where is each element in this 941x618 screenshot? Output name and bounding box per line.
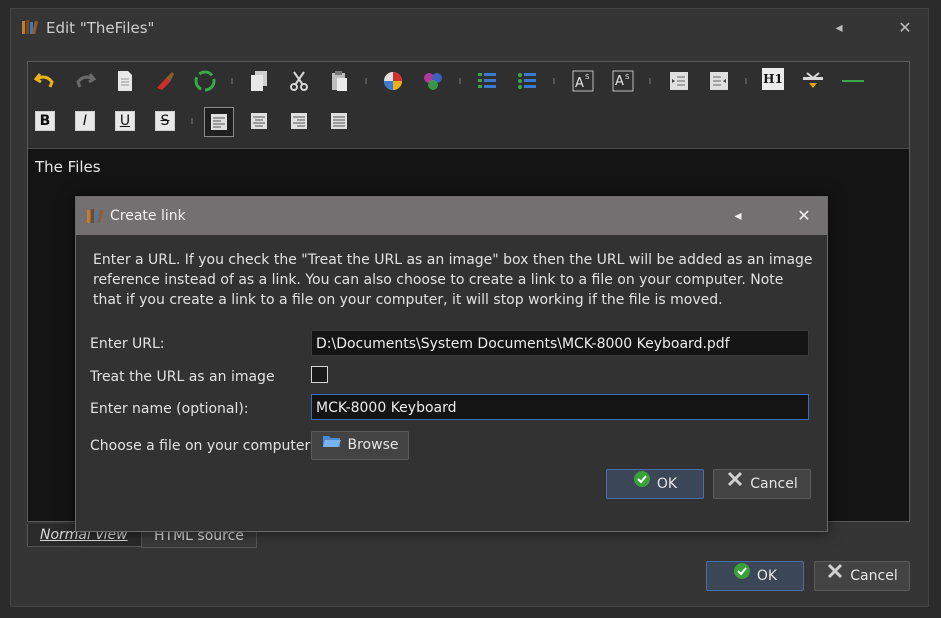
- italic-glyph: I: [75, 111, 95, 131]
- dialog-cancel-label: Cancel: [750, 476, 798, 492]
- create-link-dialog: Create link ◂ ✕ Enter a URL. If you chec…: [75, 196, 828, 532]
- foreground-color-icon[interactable]: [420, 68, 446, 94]
- window-cancel-label: Cancel: [850, 568, 898, 584]
- horizontal-rule-icon[interactable]: [840, 68, 866, 94]
- image-checkbox-label: Treat the URL as an image: [90, 369, 275, 385]
- dialog-title: Create link: [110, 208, 186, 224]
- dialog-description: Enter a URL. If you check the "Treat the…: [93, 252, 813, 308]
- superscript-icon[interactable]: AS: [570, 68, 596, 94]
- window-ok-button[interactable]: OK: [706, 561, 804, 591]
- ok-check-icon: [633, 470, 651, 498]
- ok-check-icon: [733, 562, 751, 590]
- bold-icon[interactable]: B: [32, 108, 58, 134]
- window-titlebar: Edit "TheFiles" ◂ ✕: [11, 9, 928, 47]
- books-icon: [86, 207, 104, 229]
- formatting-toolbar: AS AS H1 B I U S: [28, 62, 909, 149]
- cancel-x-icon: [726, 470, 744, 498]
- file-label: Choose a file on your computer:: [90, 438, 315, 454]
- dialog-collapse-button[interactable]: ◂: [726, 204, 750, 228]
- align-center-icon[interactable]: [246, 108, 272, 134]
- underline-glyph: U: [115, 111, 135, 131]
- increase-indent-icon[interactable]: [706, 68, 732, 94]
- url-label: Enter URL:: [90, 336, 165, 352]
- window-title: Edit "TheFiles": [46, 19, 155, 37]
- copy-icon[interactable]: [246, 68, 272, 94]
- bold-glyph: B: [35, 111, 55, 131]
- dialog-cancel-button[interactable]: Cancel: [713, 469, 811, 499]
- cut-icon[interactable]: [286, 68, 312, 94]
- browse-button[interactable]: Browse: [311, 431, 409, 460]
- heading-icon[interactable]: H1: [762, 68, 784, 90]
- url-input[interactable]: D:\Documents\System Documents\MCK-8000 K…: [311, 330, 809, 356]
- svg-text:A: A: [575, 76, 584, 91]
- undo-icon[interactable]: [32, 68, 58, 94]
- background-color-icon[interactable]: [380, 68, 406, 94]
- bullet-list-icon[interactable]: [514, 68, 540, 94]
- svg-text:S: S: [625, 73, 630, 81]
- books-icon: [21, 18, 39, 40]
- decrease-indent-icon[interactable]: [666, 68, 692, 94]
- name-label: Enter name (optional):: [90, 401, 249, 417]
- document-text[interactable]: The Files: [35, 158, 101, 176]
- italic-icon[interactable]: I: [72, 108, 98, 134]
- paste-icon[interactable]: [326, 68, 352, 94]
- svg-text:A: A: [615, 74, 624, 89]
- dialog-titlebar: Create link ◂ ✕: [76, 197, 827, 235]
- strikethrough-icon[interactable]: S: [152, 108, 178, 134]
- dialog-ok-button[interactable]: OK: [606, 469, 704, 499]
- image-checkbox[interactable]: [311, 366, 328, 383]
- window-ok-label: OK: [756, 568, 778, 584]
- align-right-icon[interactable]: [286, 108, 312, 134]
- dialog-ok-label: OK: [656, 476, 678, 492]
- svg-text:S: S: [585, 73, 590, 81]
- strike-glyph: S: [155, 111, 175, 131]
- clear-format-icon[interactable]: [152, 68, 178, 94]
- justify-icon[interactable]: [326, 108, 352, 134]
- window-close-button[interactable]: ✕: [893, 16, 917, 40]
- dialog-close-button[interactable]: ✕: [792, 204, 816, 228]
- window-cancel-button[interactable]: Cancel: [814, 561, 910, 591]
- recycle-icon[interactable]: [192, 68, 218, 94]
- subscript-icon[interactable]: AS: [610, 68, 636, 94]
- align-left-icon[interactable]: [204, 107, 234, 137]
- browse-label: Browse: [347, 437, 399, 453]
- name-input[interactable]: MCK-8000 Keyboard: [311, 394, 809, 420]
- redo-icon[interactable]: [72, 68, 98, 94]
- underline-icon[interactable]: U: [112, 108, 138, 134]
- insert-link-icon[interactable]: [800, 68, 826, 94]
- new-doc-icon[interactable]: [112, 68, 138, 94]
- cancel-x-icon: [826, 562, 844, 590]
- numbered-list-icon[interactable]: [474, 68, 500, 94]
- collapse-button[interactable]: ◂: [827, 16, 851, 40]
- folder-icon: [322, 432, 342, 459]
